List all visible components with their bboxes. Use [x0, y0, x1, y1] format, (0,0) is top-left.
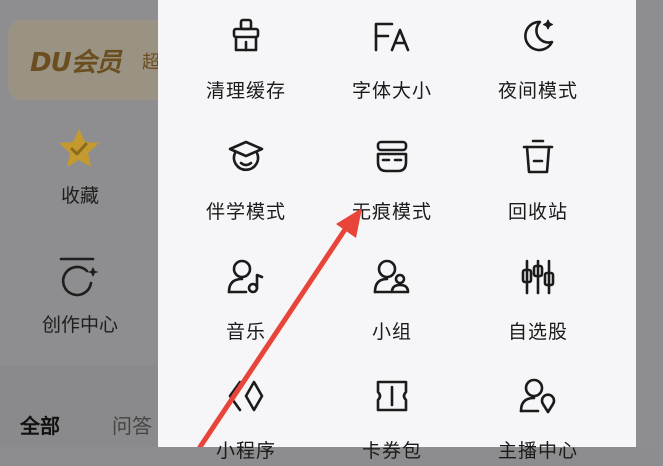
tool-label: 夜间模式: [497, 80, 578, 102]
tool-label: 清理缓存: [205, 80, 286, 102]
tab-all[interactable]: 全部: [20, 410, 60, 439]
tab-qa[interactable]: 问答: [112, 410, 152, 439]
mask-icon: [372, 137, 412, 177]
tool-incognito-mode[interactable]: 无痕模式: [322, 137, 462, 227]
creator-center-label[interactable]: 创作中心: [30, 310, 130, 337]
tool-mini-program[interactable]: 小程序: [176, 376, 316, 466]
creator-icon: [59, 257, 99, 297]
star-icon: [59, 129, 99, 167]
broom-icon: [226, 16, 266, 56]
tool-recycle-bin[interactable]: 回收站: [468, 137, 608, 227]
graduation-icon: [226, 137, 266, 177]
tools-panel: 清理缓存 字体大小 夜间模式 伴学模式 无痕模式 回收站 音乐 小组 自选股 小…: [158, 0, 636, 462]
tool-label: 伴学模式: [205, 201, 286, 223]
trash-icon: [518, 137, 558, 177]
tool-study-mode[interactable]: 伴学模式: [176, 137, 316, 227]
tool-label: 字体大小: [351, 80, 432, 102]
tool-label: 无痕模式: [351, 201, 432, 223]
tool-label: 回收站: [507, 201, 568, 223]
coupon-icon: [372, 376, 412, 416]
group-icon: [372, 257, 412, 297]
tool-group[interactable]: 小组: [322, 257, 462, 347]
tool-coupon-wallet[interactable]: 卡券包: [322, 376, 462, 466]
tool-label: 主播中心: [497, 440, 578, 462]
favorites-label[interactable]: 收藏: [30, 181, 130, 208]
tool-label: 自选股: [507, 321, 568, 343]
tool-music[interactable]: 音乐: [176, 257, 316, 347]
vip-logo: DU会员: [30, 48, 122, 78]
tool-night-mode[interactable]: 夜间模式: [468, 16, 608, 106]
stock-icon: [518, 257, 558, 297]
font-size-icon: [372, 16, 412, 56]
tool-label: 卡券包: [361, 440, 422, 462]
tool-anchor-center[interactable]: 主播中心: [468, 376, 608, 466]
moon-icon: [518, 16, 558, 56]
mini-program-icon: [226, 376, 266, 416]
tool-clear-cache[interactable]: 清理缓存: [176, 16, 316, 106]
tool-label: 小组: [371, 321, 412, 343]
tool-label: 小程序: [215, 440, 276, 462]
anchor-icon: [518, 376, 558, 416]
tool-watchlist-stocks[interactable]: 自选股: [468, 257, 608, 347]
music-person-icon: [226, 257, 266, 297]
tool-font-size[interactable]: 字体大小: [322, 16, 462, 106]
tool-label: 音乐: [225, 321, 266, 343]
